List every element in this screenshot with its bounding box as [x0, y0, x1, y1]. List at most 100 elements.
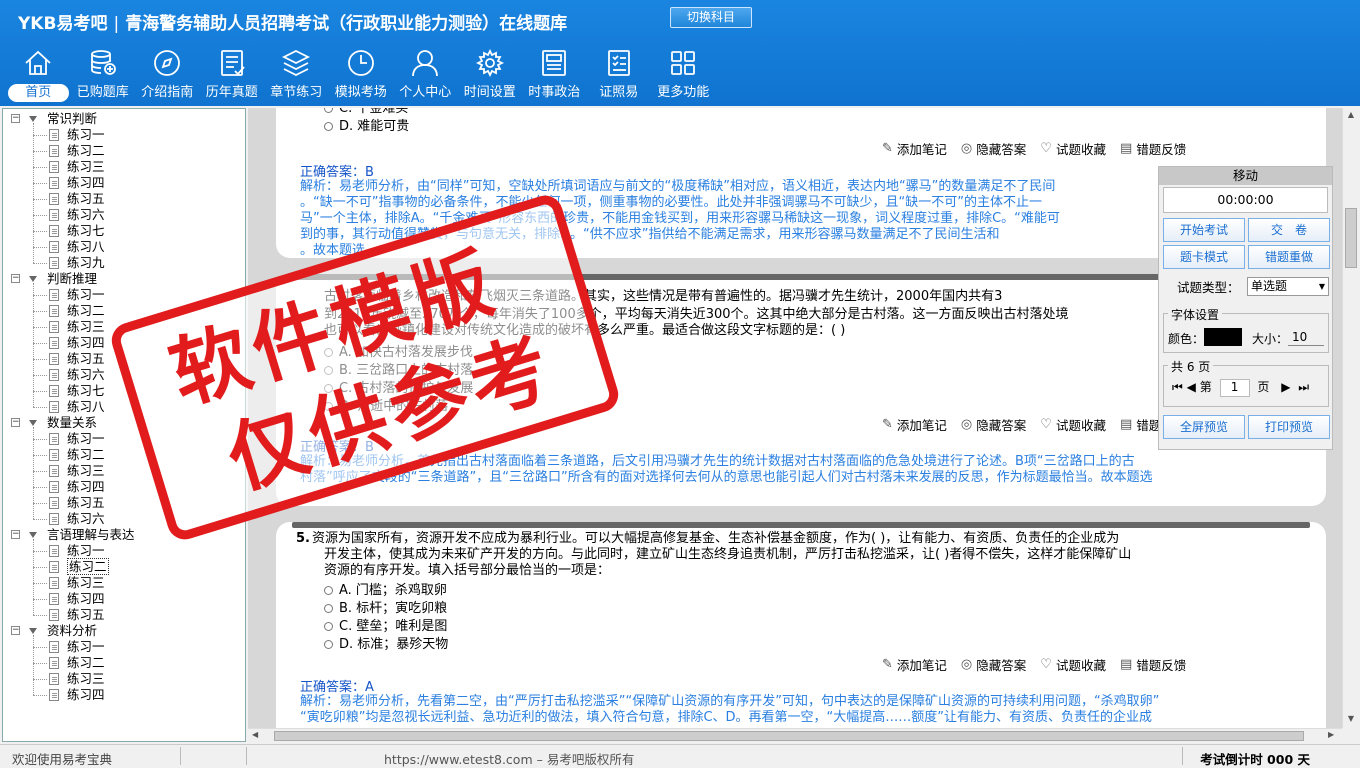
- radio-button[interactable]: [324, 622, 333, 631]
- radio-button[interactable]: [324, 366, 333, 375]
- switch-subject-button[interactable]: 切换科目: [670, 7, 752, 28]
- tree-item[interactable]: 练习八: [3, 239, 243, 255]
- tree-item[interactable]: 练习五: [3, 495, 243, 511]
- tree-item[interactable]: 练习二: [3, 143, 243, 159]
- tree-item[interactable]: 练习一: [3, 543, 243, 559]
- tree-category[interactable]: − 常识判断: [3, 111, 243, 127]
- collapse-icon[interactable]: −: [11, 274, 20, 283]
- tree-item[interactable]: 练习二: [3, 655, 243, 671]
- nav-user-center[interactable]: 个人中心: [393, 48, 458, 104]
- option-b[interactable]: B. 三岔路口上的古村落: [324, 362, 473, 380]
- fullscreen-preview-button[interactable]: 全屏预览: [1163, 415, 1245, 439]
- print-preview-button[interactable]: 打印预览: [1248, 415, 1330, 439]
- add-note-button[interactable]: ✎ 添加笔记: [882, 415, 947, 434]
- page-input[interactable]: 1: [1219, 379, 1250, 397]
- card-mode-button[interactable]: 题卡模式: [1163, 245, 1245, 269]
- next-page-icon[interactable]: ▶: [1281, 380, 1290, 394]
- tree-item[interactable]: 练习六: [3, 511, 243, 527]
- add-note-button[interactable]: ✎ 添加笔记: [882, 655, 947, 674]
- question-type-select[interactable]: 单选题: [1247, 277, 1329, 296]
- collapse-icon[interactable]: −: [11, 530, 20, 539]
- vertical-scrollbar[interactable]: ▲ ▼: [1342, 108, 1358, 728]
- radio-button[interactable]: [324, 348, 333, 357]
- hide-answer-button[interactable]: ◎ 隐藏答案: [961, 415, 1026, 434]
- hide-answer-button[interactable]: ◎ 隐藏答案: [961, 139, 1026, 158]
- tree-item[interactable]: 练习八: [3, 399, 243, 415]
- add-note-button[interactable]: ✎ 添加笔记: [882, 139, 947, 158]
- nav-time-settings[interactable]: 时间设置: [458, 48, 523, 104]
- tree-item[interactable]: 练习二: [3, 303, 243, 319]
- option-d[interactable]: D. 难能可贵: [324, 118, 409, 136]
- tree-category[interactable]: − 言语理解与表达: [3, 527, 243, 543]
- tree-item[interactable]: 练习六: [3, 367, 243, 383]
- tree-item[interactable]: 练习一: [3, 287, 243, 303]
- feedback-button[interactable]: ▤错题反馈: [1120, 655, 1186, 674]
- radio-button[interactable]: [324, 586, 333, 595]
- panel-move-handle[interactable]: 移动: [1159, 167, 1332, 185]
- tree-item[interactable]: 练习七: [3, 383, 243, 399]
- nav-past-papers[interactable]: 历年真题: [200, 48, 265, 104]
- tree-item[interactable]: 练习九: [3, 255, 243, 271]
- hide-answer-button[interactable]: ◎ 隐藏答案: [961, 655, 1026, 674]
- favorite-button[interactable]: ♡ 试题收藏: [1040, 139, 1106, 158]
- tree-item[interactable]: 练习六: [3, 207, 243, 223]
- radio-button[interactable]: [324, 384, 333, 393]
- tree-item[interactable]: 练习一: [3, 431, 243, 447]
- radio-button[interactable]: [324, 640, 333, 649]
- scroll-right-icon[interactable]: ▶: [1328, 730, 1334, 739]
- tree-item[interactable]: 练习五: [3, 351, 243, 367]
- radio-button[interactable]: [324, 122, 333, 131]
- tree-category[interactable]: − 资料分析: [3, 623, 243, 639]
- nav-more[interactable]: 更多功能: [651, 48, 716, 104]
- horizontal-scrollbar[interactable]: ◀ ▶: [248, 728, 1342, 742]
- tree-item[interactable]: 练习三: [3, 159, 243, 175]
- tree-category[interactable]: − 判断推理: [3, 271, 243, 287]
- color-swatch[interactable]: [1204, 328, 1242, 346]
- prev-page-icon[interactable]: ◀: [1187, 380, 1196, 394]
- tree-item[interactable]: 练习三: [3, 575, 243, 591]
- first-page-icon[interactable]: ⏮: [1172, 380, 1183, 394]
- tree-item[interactable]: 练习三: [3, 463, 243, 479]
- tree-item[interactable]: 练习五: [3, 191, 243, 207]
- tree-item[interactable]: 练习四: [3, 479, 243, 495]
- tree-category[interactable]: − 数量关系: [3, 415, 243, 431]
- scroll-thumb[interactable]: [1345, 208, 1357, 268]
- last-page-icon[interactable]: ⏭: [1298, 380, 1309, 394]
- font-size-input[interactable]: 10: [1288, 328, 1324, 346]
- option-a[interactable]: A. 门槛；杀鸡取卵: [324, 582, 447, 600]
- option-c[interactable]: C. 千金难买: [324, 108, 408, 118]
- nav-home[interactable]: 首页: [6, 48, 71, 104]
- scroll-down-icon[interactable]: ▼: [1346, 714, 1356, 724]
- collapse-icon[interactable]: −: [11, 114, 20, 123]
- collapse-icon[interactable]: −: [11, 418, 20, 427]
- tree-item[interactable]: 练习四: [3, 175, 243, 191]
- radio-button[interactable]: [324, 604, 333, 613]
- option-b[interactable]: B. 标杆；寅吃卯粮: [324, 600, 447, 618]
- option-c[interactable]: C. 壁垒；唯利是图: [324, 618, 447, 636]
- favorite-button[interactable]: ♡ 试题收藏: [1040, 415, 1106, 434]
- nav-current-affairs[interactable]: 时事政治: [522, 48, 587, 104]
- collapse-icon[interactable]: −: [11, 626, 20, 635]
- tree-item[interactable]: 练习四: [3, 687, 243, 703]
- nav-mock-exam[interactable]: 模拟考场: [329, 48, 394, 104]
- tree-item[interactable]: 练习二: [3, 558, 243, 575]
- tree-item[interactable]: 练习四: [3, 591, 243, 607]
- favorite-button[interactable]: ♡ 试题收藏: [1040, 655, 1106, 674]
- nav-certificate[interactable]: 证照易: [587, 48, 652, 104]
- tree-item[interactable]: 练习四: [3, 335, 243, 351]
- radio-button[interactable]: [324, 402, 333, 411]
- option-d[interactable]: D. 消逝中的古村落: [324, 398, 448, 416]
- scroll-left-icon[interactable]: ◀: [252, 730, 258, 739]
- tree-item[interactable]: 练习七: [3, 223, 243, 239]
- tree-item[interactable]: 练习一: [3, 127, 243, 143]
- nav-chapter-practice[interactable]: 章节练习: [264, 48, 329, 104]
- tree-item[interactable]: 练习三: [3, 319, 243, 335]
- option-a[interactable]: A. 加快古村落发展步伐: [324, 344, 473, 362]
- tree-item[interactable]: 练习五: [3, 607, 243, 623]
- tree-item[interactable]: 练习一: [3, 639, 243, 655]
- radio-button[interactable]: [324, 108, 333, 113]
- redo-wrong-button[interactable]: 错题重做: [1248, 245, 1330, 269]
- submit-exam-button[interactable]: 交 卷: [1248, 218, 1330, 242]
- nav-guide[interactable]: 介绍指南: [135, 48, 200, 104]
- tree-item[interactable]: 练习二: [3, 447, 243, 463]
